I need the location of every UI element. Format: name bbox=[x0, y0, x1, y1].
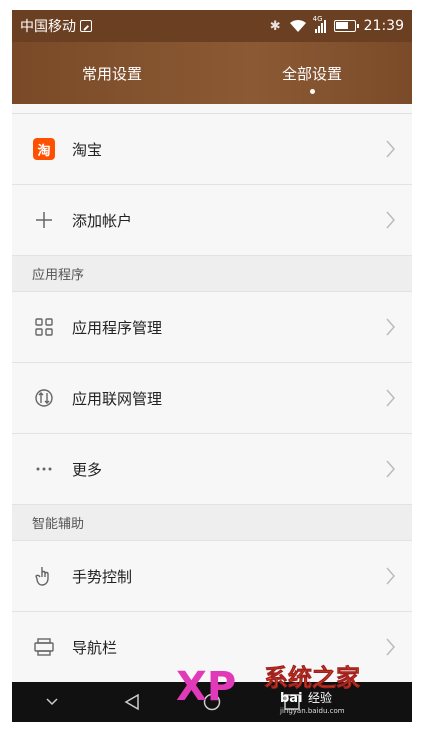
network-icon bbox=[35, 389, 53, 407]
back-triangle-icon bbox=[124, 693, 139, 711]
sim-card-icon bbox=[80, 20, 92, 32]
chevron-right-icon bbox=[386, 567, 395, 585]
clock: 21:39 bbox=[363, 18, 404, 34]
chevron-down-icon bbox=[46, 698, 58, 706]
section-header-assist: 智能辅助 bbox=[12, 505, 412, 541]
bluetooth-icon: ✱ bbox=[269, 18, 281, 34]
status-bar: 中国移动 ✱ 4G 21:39 bbox=[12, 10, 412, 42]
chevron-right-icon bbox=[386, 211, 395, 229]
chevron-right-icon bbox=[386, 460, 395, 478]
chevron-right-icon bbox=[386, 389, 395, 407]
carrier-group: 中国移动 bbox=[20, 16, 92, 36]
more-icon bbox=[36, 467, 52, 471]
more-item[interactable]: 更多 bbox=[12, 434, 412, 505]
row-label: 应用联网管理 bbox=[72, 389, 163, 408]
app-management-item[interactable]: 应用程序管理 bbox=[12, 292, 412, 363]
phone-screen: 中国移动 ✱ 4G 21:39 常用设置 全部设置 淘 淘宝 添加帐户 应用程序… bbox=[12, 10, 412, 722]
active-tab-indicator bbox=[309, 89, 315, 94]
taobao-icon: 淘 bbox=[33, 138, 55, 160]
home-button[interactable] bbox=[172, 682, 252, 722]
recents-square-icon bbox=[284, 694, 300, 710]
signal-icon: 4G bbox=[313, 15, 326, 33]
row-label: 应用程序管理 bbox=[72, 318, 163, 337]
chevron-right-icon bbox=[386, 638, 395, 656]
account-item-taobao[interactable]: 淘 淘宝 bbox=[12, 114, 412, 185]
chevron-right-icon bbox=[386, 140, 395, 158]
row-label: 手势控制 bbox=[72, 567, 133, 586]
plus-icon bbox=[36, 212, 52, 228]
settings-list: 淘 淘宝 添加帐户 应用程序 应用程序管理 应用联网管理 更多 智能辅助 手势控… bbox=[12, 104, 412, 683]
wifi-icon bbox=[289, 19, 307, 33]
tab-bar: 常用设置 全部设置 bbox=[12, 42, 412, 104]
recents-button[interactable] bbox=[252, 682, 332, 722]
system-nav-bar bbox=[12, 682, 412, 722]
hide-nav-button[interactable] bbox=[12, 682, 92, 722]
row-label: 添加帐户 bbox=[72, 211, 133, 230]
list-top-edge bbox=[12, 104, 412, 114]
back-button[interactable] bbox=[92, 682, 172, 722]
network-type-label: 4G bbox=[312, 15, 323, 23]
navigation-bar-item[interactable]: 导航栏 bbox=[12, 612, 412, 683]
grid-icon bbox=[35, 318, 53, 336]
section-header-apps: 应用程序 bbox=[12, 256, 412, 292]
navbar-icon bbox=[34, 638, 54, 656]
chevron-right-icon bbox=[386, 318, 395, 336]
tab-label: 常用设置 bbox=[81, 64, 142, 83]
home-circle-icon bbox=[203, 693, 221, 711]
status-icons: ✱ 4G 21:39 bbox=[269, 15, 404, 34]
row-label: 淘宝 bbox=[72, 140, 103, 159]
battery-icon bbox=[333, 20, 359, 32]
network-management-item[interactable]: 应用联网管理 bbox=[12, 363, 412, 434]
tab-common-settings[interactable]: 常用设置 bbox=[12, 42, 212, 104]
row-label: 更多 bbox=[72, 460, 103, 479]
add-account-item[interactable]: 添加帐户 bbox=[12, 185, 412, 256]
gesture-icon bbox=[35, 567, 49, 586]
tab-label: 全部设置 bbox=[281, 64, 342, 83]
tab-all-settings[interactable]: 全部设置 bbox=[212, 42, 412, 104]
gesture-control-item[interactable]: 手势控制 bbox=[12, 541, 412, 612]
row-label: 导航栏 bbox=[72, 638, 118, 657]
carrier-name: 中国移动 bbox=[20, 19, 76, 35]
